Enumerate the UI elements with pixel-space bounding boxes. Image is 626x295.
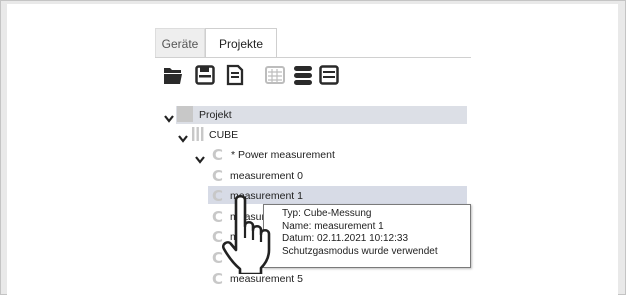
- measurement-tooltip: Typ: Cube-Messung Name: measurement 1 Da…: [263, 204, 471, 268]
- tree-cube-label: CUBE: [209, 129, 239, 141]
- tooltip-note: Schutzgasmodus wurde verwendet: [282, 245, 438, 257]
- tab-geraete[interactable]: Geräte: [155, 28, 205, 58]
- save-icon[interactable]: [194, 62, 216, 86]
- database-icon[interactable]: [292, 62, 314, 86]
- chevron-down-icon[interactable]: [178, 130, 188, 143]
- hand-pointer-cursor-icon: [214, 192, 278, 276]
- tree-root-label: Projekt: [199, 109, 232, 121]
- tab-divider: [155, 57, 471, 58]
- tab-projekte[interactable]: Projekte: [205, 28, 277, 58]
- cube-device-icon: [192, 126, 204, 142]
- project-icon: [177, 106, 193, 122]
- list-item-label: measurement 0: [230, 170, 303, 182]
- chevron-down-icon[interactable]: [195, 151, 205, 164]
- list-item-label: measurement 5: [230, 273, 303, 285]
- table-icon[interactable]: [264, 62, 286, 86]
- tooltip-date: Datum: 02.11.2021 10:12:33: [282, 233, 409, 244]
- tooltip-type: Typ: Cube-Messung: [282, 208, 372, 219]
- list-icon[interactable]: [318, 62, 340, 86]
- tree-power-label: * Power measurement: [231, 149, 335, 161]
- measurement-icon: C: [212, 167, 224, 185]
- document-icon[interactable]: [224, 62, 246, 86]
- measurement-group-icon: C: [212, 146, 224, 164]
- chevron-down-icon[interactable]: [164, 110, 174, 123]
- tooltip-name: Name: measurement 1: [282, 220, 384, 232]
- folder-open-icon[interactable]: [162, 62, 184, 86]
